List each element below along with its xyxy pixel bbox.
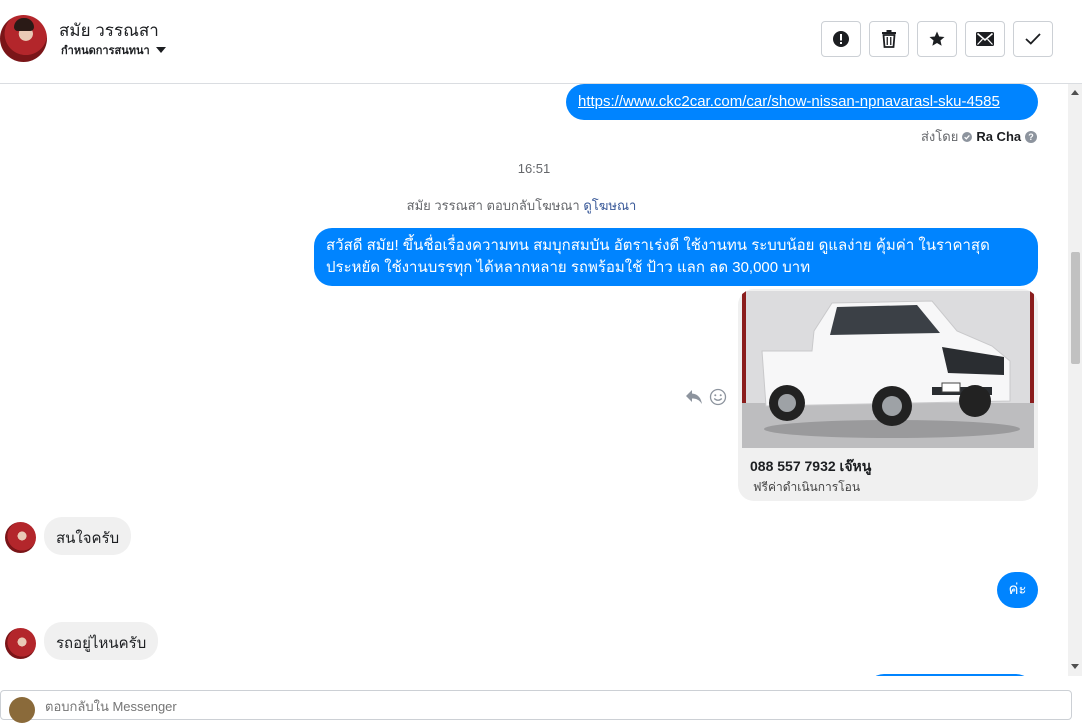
view-ad-link[interactable]: ดูโฆษณา	[583, 198, 636, 213]
done-button[interactable]	[1013, 21, 1053, 57]
assign-conversation-dropdown[interactable]: กำหนดการสนทนา	[61, 41, 166, 59]
message-link[interactable]: https://www.ckc2car.com/car/show-nissan-…	[578, 93, 1000, 110]
conversation-header: สมัย วรรณสา กำหนดการสนทนา	[0, 0, 1082, 84]
chevron-down-icon	[155, 47, 166, 53]
message-thread[interactable]: https://www.ckc2car.com/car/show-nissan-…	[0, 84, 1068, 676]
exclamation-circle-icon	[833, 31, 849, 47]
reply-icon[interactable]	[685, 389, 703, 405]
outgoing-message-partial[interactable]	[866, 674, 1034, 676]
star-icon	[929, 31, 945, 46]
delete-button[interactable]	[869, 21, 909, 57]
assign-label: กำหนดการสนทนา	[61, 45, 150, 57]
contact-avatar[interactable]	[0, 15, 47, 62]
sender-avatar	[5, 628, 36, 659]
sent-by-prefix: ส่งโดย	[921, 129, 959, 144]
sent-by-row: ส่งโดย Ra Cha ?	[921, 126, 1038, 147]
sender-avatar	[5, 522, 36, 553]
check-icon	[1025, 33, 1041, 45]
incoming-message[interactable]: รถอยู่ไหนครับ	[44, 622, 159, 660]
trash-icon	[882, 30, 896, 48]
scroll-thumb[interactable]	[1071, 252, 1080, 364]
contact-name[interactable]: สมัย วรรณสา	[59, 17, 159, 44]
mark-unread-button[interactable]	[965, 21, 1005, 57]
card-title[interactable]: 088 557 7932 เจ๊หนู	[750, 456, 871, 478]
scroll-down-arrow-icon[interactable]	[1071, 664, 1079, 669]
thread-scrollbar[interactable]	[1068, 84, 1082, 676]
card-subtitle: ฟรีค่าดำเนินการโอน	[753, 480, 861, 494]
page-avatar	[9, 697, 35, 723]
envelope-icon	[976, 32, 994, 46]
outgoing-promo-message[interactable]: สวัสดี สมัย! ขึ้นชื่อเรื่องความทน สมบุกส…	[314, 228, 1038, 286]
star-button[interactable]	[917, 21, 957, 57]
sender-name[interactable]: Ra Cha	[976, 129, 1021, 144]
help-icon[interactable]: ?	[1025, 130, 1038, 143]
verified-check-icon	[962, 131, 973, 142]
spam-button[interactable]	[821, 21, 861, 57]
incoming-message[interactable]: สนใจครับ	[44, 517, 132, 555]
ad-attachment-card[interactable]: 088 557 7932 เจ๊หนู ฟรีค่าดำเนินการโอน	[738, 289, 1038, 501]
svg-text:?: ?	[1028, 132, 1034, 142]
truck-photo	[742, 291, 1034, 448]
message-timestamp: 16:51	[517, 161, 551, 176]
reply-composer[interactable]	[0, 690, 1072, 723]
outgoing-message-link[interactable]: https://www.ckc2car.com/car/show-nissan-…	[566, 84, 1038, 120]
scroll-up-arrow-icon[interactable]	[1071, 90, 1079, 95]
ad-reply-text: สมัย วรรณสา ตอบกลับโฆษณา	[406, 198, 580, 213]
outgoing-message[interactable]: ค่ะ	[997, 572, 1038, 608]
ad-reply-notice: สมัย วรรณสา ตอบกลับโฆษณา ดูโฆษณา	[0, 195, 1043, 216]
reaction-smiley-icon[interactable]	[709, 388, 727, 406]
reply-input[interactable]	[45, 699, 645, 714]
